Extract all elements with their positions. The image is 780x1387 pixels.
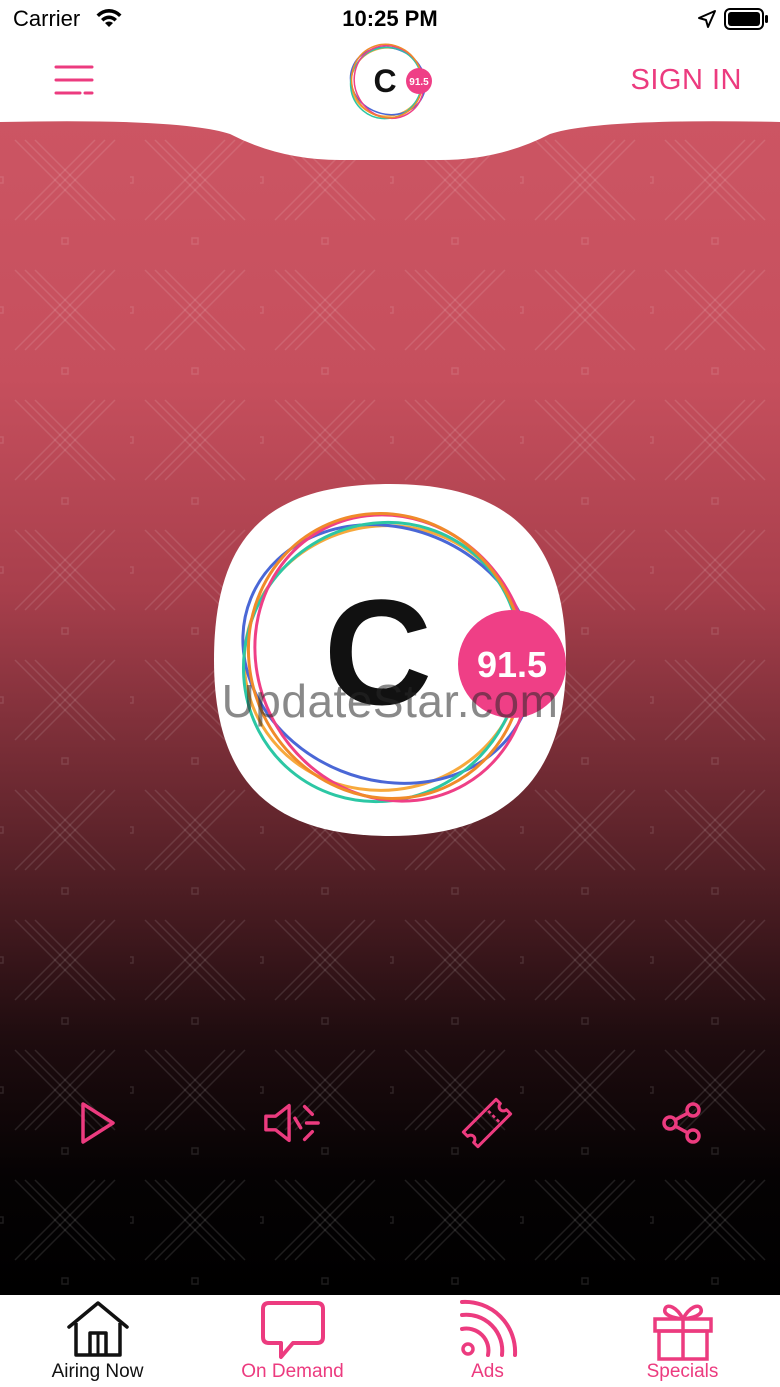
rss-icon [459, 1299, 517, 1357]
tab-label: Specials [646, 1361, 719, 1382]
tab-airing-now[interactable]: Airing Now [0, 1295, 195, 1387]
play-icon [81, 1102, 115, 1144]
tab-label: On Demand [241, 1361, 344, 1382]
tickets-button[interactable] [457, 1097, 517, 1149]
chat-bubble-icon [260, 1301, 325, 1359]
tab-on-demand[interactable]: On Demand [195, 1295, 390, 1387]
status-bar: Carrier 10:25 PM [0, 0, 780, 40]
station-logo-frequency: 91.5 [477, 644, 547, 685]
station-logo-large: C 91.5 [214, 484, 566, 836]
play-button[interactable] [67, 1098, 127, 1148]
station-logo-small[interactable]: C 91.5 [345, 40, 437, 122]
player-controls [0, 1097, 780, 1149]
ticket-icon [461, 1097, 513, 1149]
app-header: C 91.5 SIGN IN [0, 40, 780, 124]
tab-label: Airing Now [51, 1361, 144, 1382]
location-arrow-icon [698, 10, 716, 28]
share-icon [662, 1102, 701, 1144]
tab-bar: Airing Now On Demand Ads Specials [0, 1295, 780, 1387]
clock: 10:25 PM [342, 6, 438, 31]
home-icon [66, 1301, 129, 1357]
now-playing-hero: C 91.5 UpdateStar.com [0, 120, 780, 1295]
station-logo-letter: C [324, 568, 432, 736]
header-logo-letter: C [373, 63, 396, 99]
volume-button[interactable] [262, 1098, 322, 1148]
tab-ads[interactable]: Ads [390, 1295, 585, 1387]
gift-icon [652, 1304, 713, 1361]
menu-icon[interactable] [52, 62, 96, 98]
tab-label: Ads [471, 1361, 504, 1382]
sign-in-button[interactable]: SIGN IN [631, 64, 742, 97]
header-logo-frequency: 91.5 [409, 77, 429, 88]
volume-icon [264, 1103, 320, 1143]
header-notch [0, 120, 780, 160]
battery-icon [724, 8, 768, 30]
share-button[interactable] [652, 1098, 712, 1148]
tab-specials[interactable]: Specials [585, 1295, 780, 1387]
